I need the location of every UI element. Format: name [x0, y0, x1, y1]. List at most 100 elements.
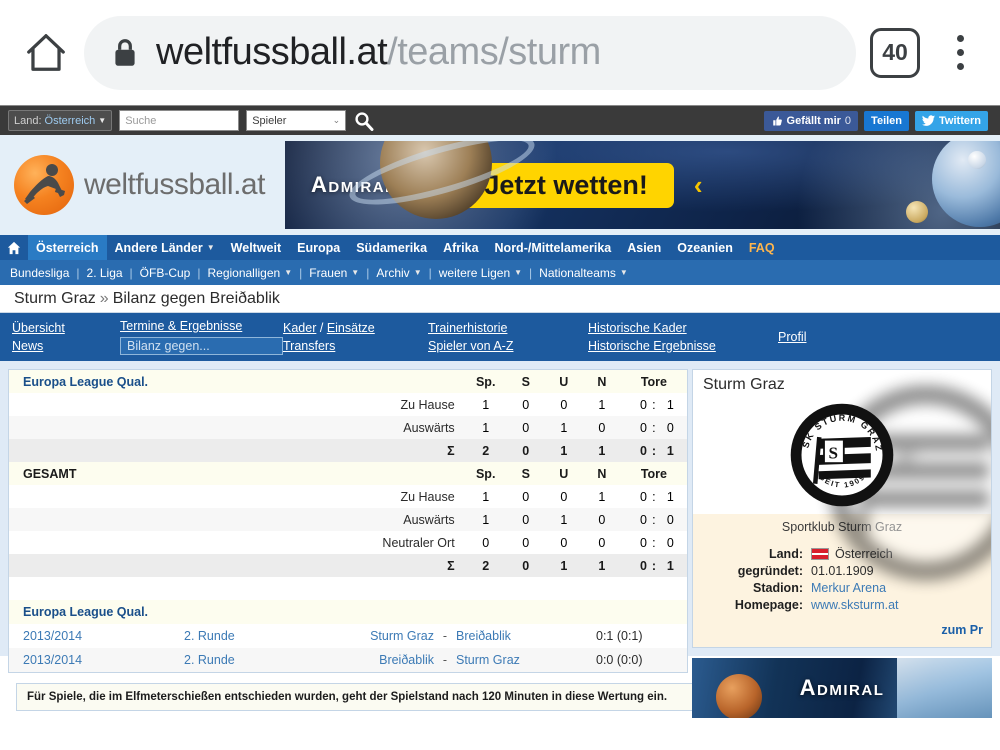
- subnav-label: Regionalligen: [207, 265, 281, 280]
- moon-decoration: [906, 201, 928, 223]
- table-row: Zu Hause 1 0 0 1 0 : 1: [9, 393, 687, 416]
- kebab-menu-icon[interactable]: [942, 35, 978, 70]
- row-label: Neutraler Ort: [9, 531, 465, 554]
- balance-table: Europa League Qual. Sp. S U N Tore Zu Ha…: [9, 370, 687, 600]
- nav-item-faq[interactable]: FAQ: [741, 235, 783, 260]
- subnav-item-weitere-ligen[interactable]: weitere Ligen ▼: [439, 266, 522, 280]
- tab-kader[interactable]: Kader: [283, 321, 316, 335]
- info-label: Homepage:: [734, 598, 803, 612]
- subnav-item-regionalligen[interactable]: Regionalligen ▼: [207, 266, 292, 280]
- site-logo[interactable]: weltfussball.at: [0, 155, 285, 215]
- cell-n: 0: [582, 416, 621, 439]
- tab-trainerhistorie[interactable]: Trainerhistorie: [428, 321, 588, 335]
- match-season[interactable]: 2013/2014: [9, 648, 184, 672]
- tab-termine-ergebnisse[interactable]: Termine & Ergebnisse: [120, 319, 283, 333]
- divider: |: [529, 265, 533, 280]
- nav-item-osterreich[interactable]: Österreich: [28, 235, 107, 260]
- tab-news[interactable]: News: [12, 339, 120, 353]
- site-topbar: Land: Österreich ▼ Suche Spieler ⌄ Gefäl…: [0, 105, 1000, 135]
- match-score[interactable]: 0:0 (0:0): [586, 648, 687, 672]
- admiral-banner-ad[interactable]: Admiral › Jetzt wetten! ‹: [285, 141, 1000, 229]
- svg-text:S: S: [898, 443, 919, 485]
- tab-profil[interactable]: Profil: [778, 330, 838, 344]
- subnav-item-nationalteams[interactable]: Nationalteams ▼: [539, 266, 628, 280]
- cell-n: 0: [582, 508, 621, 531]
- nav-item-afrika[interactable]: Afrika: [435, 235, 486, 260]
- search-input[interactable]: Suche: [119, 110, 240, 131]
- table-row: Auswärts 1 0 1 0 0 : 0: [9, 508, 687, 531]
- cell-goals-against: 0: [660, 531, 687, 554]
- tab-transfers[interactable]: Transfers: [283, 339, 428, 353]
- cell-goals-separator: :: [646, 393, 661, 416]
- table-row-total: Σ 2 0 1 1 0 : 1: [9, 554, 687, 577]
- match-away-team[interactable]: Sturm Graz: [456, 648, 586, 672]
- nav-item-ozeanien[interactable]: Ozeanien: [669, 235, 741, 260]
- match-dash: -: [434, 648, 456, 672]
- column-header-u: U: [544, 462, 583, 485]
- cell-s: 0: [506, 531, 545, 554]
- match-score[interactable]: 0:1 (0:1): [586, 624, 687, 648]
- section-title: Europa League Qual.: [9, 370, 465, 393]
- table-row[interactable]: 2013/2014 2. Runde Sturm Graz - Breiðabl…: [9, 624, 687, 648]
- share-button[interactable]: Teilen: [864, 110, 910, 131]
- chevron-down-icon: ▼: [284, 268, 293, 277]
- column-header-tore: Tore: [620, 462, 687, 485]
- tab-historische-kader[interactable]: Historische Kader: [588, 321, 778, 335]
- admiral-sidebar-ad[interactable]: Admiral: [692, 658, 992, 718]
- cell-n: 1: [582, 393, 621, 416]
- subnav-item-frauen[interactable]: Frauen ▼: [309, 266, 359, 280]
- match-round[interactable]: 2. Runde: [184, 624, 324, 648]
- facebook-like-button[interactable]: Gefällt mir 0: [763, 110, 859, 131]
- nav-item-asien[interactable]: Asien: [619, 235, 669, 260]
- cell-u: 0: [544, 485, 583, 508]
- tab-einsaetze[interactable]: Einsätze: [327, 321, 375, 335]
- nav-item-nord-mittelamerika[interactable]: Nord-/Mittelamerika: [487, 235, 620, 260]
- subnav-item-archiv[interactable]: Archiv ▼: [376, 266, 421, 280]
- twitter-share-label: Twittern: [939, 114, 981, 127]
- twitter-share-button[interactable]: Twittern: [915, 110, 988, 131]
- row-label: Σ: [9, 554, 465, 577]
- tab-spieler-von-a-z[interactable]: Spieler von A-Z: [428, 339, 588, 353]
- search-button[interactable]: [354, 111, 374, 131]
- nav-home-icon[interactable]: [0, 235, 28, 260]
- nav-item-suedamerika[interactable]: Südamerika: [348, 235, 435, 260]
- subnav-label: weitere Ligen: [438, 265, 511, 280]
- column-header-u: U: [544, 370, 583, 393]
- social-buttons: Gefällt mir 0 Teilen Twittern: [763, 110, 996, 131]
- match-round[interactable]: 2. Runde: [184, 648, 324, 672]
- tab-historische-ergebnisse[interactable]: Historische Ergebnisse: [588, 339, 778, 353]
- tab-counter-button[interactable]: 40: [870, 27, 920, 78]
- nav-item-weltweit[interactable]: Weltweit: [223, 235, 289, 260]
- nav-item-europa[interactable]: Europa: [289, 235, 348, 260]
- nav-item-andere-laender[interactable]: Andere Länder ▼: [107, 235, 223, 260]
- address-bar[interactable]: weltfussball.at/teams/sturm: [84, 15, 856, 90]
- cell-goals-separator: :: [646, 485, 661, 508]
- info-label: gegründet:: [737, 564, 803, 578]
- subnav-item-bundesliga[interactable]: Bundesliga: [10, 266, 69, 280]
- match-home-team[interactable]: Breiðablik: [324, 648, 434, 672]
- table-row[interactable]: 2013/2014 2. Runde Breiðablik - Sturm Gr…: [9, 648, 687, 672]
- info-label: Land:: [768, 547, 803, 561]
- breadcrumb-team[interactable]: Sturm Graz: [14, 290, 96, 308]
- tab-uebersicht[interactable]: Übersicht: [12, 321, 120, 335]
- chevron-down-icon: ▼: [351, 268, 360, 277]
- cell-u: 1: [544, 508, 583, 531]
- cell-sp: 1: [464, 416, 507, 439]
- cell-sp: 1: [464, 393, 507, 416]
- home-icon[interactable]: [18, 30, 74, 76]
- match-season[interactable]: 2013/2014: [9, 624, 184, 648]
- cell-sp: 0: [464, 531, 507, 554]
- info-value-link[interactable]: www.sksturm.at: [811, 598, 899, 612]
- cell-goals-against: 0: [660, 416, 687, 439]
- match-home-team[interactable]: Sturm Graz: [324, 624, 434, 648]
- tab-bilanz-gegen-active[interactable]: Bilanz gegen...: [120, 337, 283, 355]
- admiral-brand-text: Admiral: [799, 675, 885, 700]
- subnav-item-oefb-cup[interactable]: ÖFB-Cup: [140, 266, 191, 280]
- search-type-select[interactable]: Spieler ⌄: [246, 110, 347, 131]
- country-select[interactable]: Land: Österreich ▼: [8, 110, 113, 131]
- match-away-team[interactable]: Breiðablik: [456, 624, 586, 648]
- subnav-item-2-liga[interactable]: 2. Liga: [87, 266, 123, 280]
- zum-profil-link[interactable]: zum Pr: [693, 615, 991, 637]
- divider: |: [366, 265, 370, 280]
- browser-chrome: weltfussball.at/teams/sturm 40: [0, 0, 1000, 105]
